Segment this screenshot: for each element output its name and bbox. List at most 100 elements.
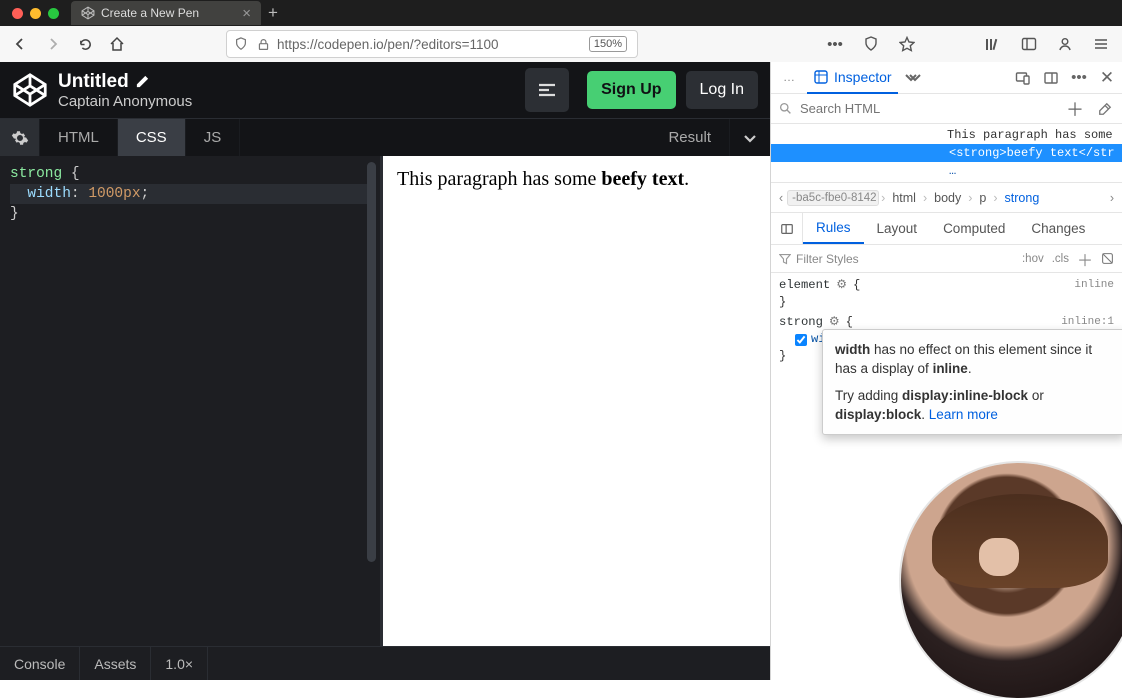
breadcrumb-body[interactable]: body (929, 191, 966, 205)
url-text: https://codepen.io/pen/?editors=1100 (277, 37, 583, 52)
page-actions-icon[interactable]: ••• (822, 31, 848, 57)
devtools-panel: … Inspector ••• ✕ ＋ This paragraph has s… (770, 62, 1122, 680)
editor-scrollbar[interactable] (367, 162, 376, 562)
settings-button[interactable] (0, 119, 40, 156)
rule-enabled-checkbox[interactable] (795, 334, 807, 346)
url-bar[interactable]: https://codepen.io/pen/?editors=1100 150… (226, 30, 638, 58)
rule-strong-selector[interactable]: strong (779, 314, 823, 331)
code-selector: strong (10, 166, 62, 182)
forward-button[interactable] (40, 31, 66, 57)
menu-icon[interactable] (1088, 31, 1114, 57)
bookmark-star-icon[interactable] (894, 31, 920, 57)
tracking-shield-icon[interactable] (858, 31, 884, 57)
close-window-icon[interactable] (12, 8, 23, 19)
code-semi: ; (141, 186, 150, 202)
back-button[interactable] (8, 31, 34, 57)
preview-text-pre: This paragraph has some (397, 168, 601, 190)
dom-selected-node[interactable]: <strong>beefy text</str (771, 144, 1122, 162)
tab-inspector[interactable]: Inspector (807, 62, 898, 94)
devtools-toolbar: … Inspector ••• ✕ (771, 62, 1122, 94)
dom-tree[interactable]: This paragraph has some <strong>beefy te… (771, 124, 1122, 183)
breadcrumb-sep: › (968, 191, 972, 205)
filter-placeholder[interactable]: Filter Styles (796, 252, 859, 266)
devtools-menu-icon[interactable]: ••• (1070, 69, 1088, 87)
more-tools-icon[interactable] (904, 69, 922, 87)
pen-title-text: Untitled (58, 71, 129, 93)
add-element-icon[interactable]: ＋ (1066, 100, 1084, 118)
tab-close-icon[interactable]: × (242, 5, 251, 22)
webcam-overlay (901, 463, 1122, 698)
styles-filter-bar: Filter Styles :hov .cls ＋ (771, 245, 1122, 273)
eyedropper-icon[interactable] (1096, 100, 1114, 118)
account-icon[interactable] (1052, 31, 1078, 57)
tab-js[interactable]: JS (186, 119, 241, 156)
assets-button[interactable]: Assets (80, 647, 151, 680)
code-brace: { (62, 166, 79, 182)
codepen-logo-icon[interactable] (12, 72, 48, 108)
breadcrumb-next-icon[interactable]: › (1108, 191, 1116, 205)
dock-side-icon[interactable] (1042, 69, 1060, 87)
dom-text-node[interactable]: This paragraph has some (771, 126, 1122, 144)
preview-pane: This paragraph has some beefy text. (383, 156, 770, 646)
tooltip-text: or (1028, 388, 1044, 403)
code-colon: : (71, 186, 88, 202)
breadcrumb-p[interactable]: p (974, 191, 991, 205)
styles-subtabs: Rules Layout Computed Changes (771, 213, 1122, 245)
code-value: 1000px (88, 186, 140, 202)
preview-strong: beefy text (601, 168, 684, 190)
tooltip-suggestion: display:inline-block (902, 388, 1028, 403)
rule-gear-icon[interactable]: ⚙ (836, 277, 847, 294)
login-button[interactable]: Log In (686, 71, 758, 109)
rule-source-inline[interactable]: inline (1074, 277, 1114, 294)
css-editor[interactable]: strong { width: 1000px; } (0, 156, 383, 646)
subtab-changes[interactable]: Changes (1018, 213, 1098, 244)
collapse-result-icon[interactable] (730, 119, 770, 156)
pseudo-hov-button[interactable]: :hov (1022, 253, 1044, 265)
code-property: width (10, 186, 71, 202)
library-icon[interactable] (980, 31, 1006, 57)
codepen-footer: Console Assets 1.0× (0, 646, 770, 680)
pseudo-cls-button[interactable]: .cls (1052, 253, 1069, 265)
console-button[interactable]: Console (0, 647, 80, 680)
home-button[interactable] (104, 31, 130, 57)
minimize-window-icon[interactable] (30, 8, 41, 19)
dom-breadcrumb: ‹ -ba5c-fbe0-8142… › html › body › p › s… (771, 183, 1122, 213)
subtab-rules[interactable]: Rules (803, 213, 864, 244)
tab-html[interactable]: HTML (40, 119, 118, 156)
tab-css[interactable]: CSS (118, 119, 186, 156)
new-tab-button[interactable]: + (261, 3, 285, 23)
sidebar-icon[interactable] (1016, 31, 1042, 57)
edit-title-icon[interactable] (135, 74, 150, 89)
reload-button[interactable] (72, 31, 98, 57)
dom-more-icon[interactable]: … (771, 162, 1122, 180)
scale-button[interactable]: 1.0× (151, 647, 208, 680)
browser-nav-bar: https://codepen.io/pen/?editors=1100 150… (0, 26, 1122, 62)
signup-button[interactable]: Sign Up (587, 71, 675, 109)
close-devtools-icon[interactable]: ✕ (1098, 69, 1116, 87)
pen-title[interactable]: Untitled (58, 71, 515, 93)
tab-title: Create a New Pen (101, 6, 199, 20)
zoom-badge[interactable]: 150% (589, 36, 627, 52)
maximize-window-icon[interactable] (48, 8, 59, 19)
search-html-input[interactable] (800, 101, 1058, 116)
subtab-layout[interactable]: Layout (864, 213, 931, 244)
change-view-button[interactable] (525, 68, 569, 112)
subtab-computed[interactable]: Computed (930, 213, 1018, 244)
prev-tool-icon[interactable]: … (777, 62, 801, 94)
rule-element-selector[interactable]: element (779, 277, 830, 294)
breadcrumb-html[interactable]: html (887, 191, 921, 205)
breadcrumb-prev-icon[interactable]: ‹ (777, 191, 785, 205)
codepen-app: Untitled Captain Anonymous Sign Up Log I… (0, 62, 770, 680)
breadcrumb-frame[interactable]: -ba5c-fbe0-8142… (787, 190, 879, 206)
new-rule-icon[interactable]: ＋ (1077, 247, 1093, 271)
styles-panel-toggle-icon[interactable] (771, 213, 803, 244)
shield-icon[interactable] (233, 36, 249, 52)
tab-result[interactable]: Result (650, 119, 730, 156)
responsive-mode-icon[interactable] (1014, 69, 1032, 87)
breadcrumb-sep: › (881, 191, 885, 205)
browser-tab[interactable]: Create a New Pen × (71, 1, 261, 25)
breadcrumb-strong[interactable]: strong (1000, 191, 1045, 205)
light-dark-icon[interactable] (1101, 252, 1114, 265)
lock-icon[interactable] (255, 36, 271, 52)
learn-more-link[interactable]: Learn more (929, 407, 998, 422)
